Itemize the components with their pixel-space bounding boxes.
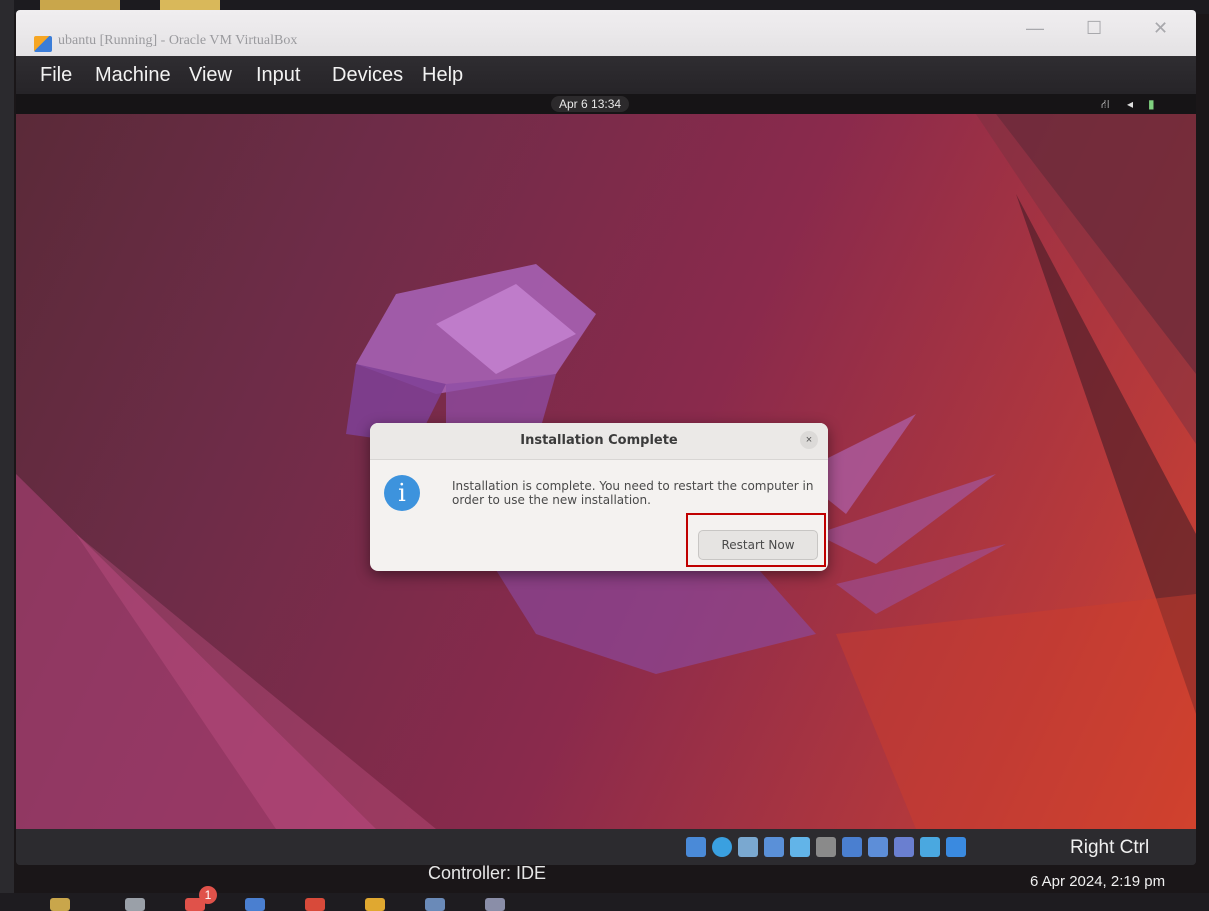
network-icon[interactable]: ⛙ [1101,97,1109,113]
menubar: File Machine View Input Devices Help [16,56,1196,94]
window-titlebar[interactable]: ubantu [Running] - Oracle VM VirtualBox … [16,10,1196,56]
mouse-integration-icon[interactable] [920,837,940,857]
host-desktop-edge [0,0,14,911]
network-icon[interactable] [764,837,784,857]
dialog-close-button[interactable]: × [800,431,818,449]
virtualbox-window: ubantu [Running] - Oracle VM VirtualBox … [16,10,1196,865]
minimize-button[interactable]: — [1026,18,1044,39]
dialog-message: Installation is complete. You need to re… [452,479,814,507]
usb-icon[interactable] [790,837,810,857]
menu-devices[interactable]: Devices [332,64,403,87]
video-capture-icon[interactable] [868,837,888,857]
taskbar-app-icon[interactable] [425,898,445,911]
host-controller-text: Controller: IDE [428,863,547,883]
gnome-top-bar: Apr 6 13:34 ⛙ ◂ ▮ [16,94,1196,114]
taskbar-app-icon[interactable] [245,898,265,911]
cpu-icon[interactable] [894,837,914,857]
info-icon: i [384,475,420,511]
menu-input[interactable]: Input [256,64,300,87]
host-taskbar [0,893,1209,911]
notification-badge: 1 [199,886,217,904]
dialog-header[interactable]: Installation Complete × [370,423,828,460]
guest-screen[interactable]: Apr 6 13:34 ⛙ ◂ ▮ Installation Complete … [16,94,1196,829]
optical-drive-icon[interactable] [712,837,732,857]
menu-machine[interactable]: Machine [95,64,171,87]
taskbar-app-icon[interactable] [125,898,145,911]
battery-icon[interactable]: ▮ [1148,97,1155,111]
maximize-button[interactable]: ☐ [1086,18,1102,39]
virtualbox-app-icon [34,36,52,52]
taskbar-app-icon[interactable] [365,898,385,911]
vm-status-bar: Right Ctrl [16,829,1196,865]
display-icon[interactable] [842,837,862,857]
dialog-title: Installation Complete [520,433,678,448]
shared-folders-icon[interactable] [816,837,836,857]
taskbar-app-icon[interactable] [50,898,70,911]
taskbar-app-icon[interactable] [485,898,505,911]
highlight-annotation [686,513,826,567]
audio-icon[interactable] [738,837,758,857]
volume-icon[interactable]: ◂ [1127,97,1133,111]
host-key-label: Right Ctrl [1070,837,1150,858]
window-title: ubantu [Running] - Oracle VM VirtualBox [58,33,298,48]
hard-disk-icon[interactable] [686,837,706,857]
keyboard-icon[interactable] [946,837,966,857]
menu-view[interactable]: View [189,64,232,87]
menu-file[interactable]: File [40,64,72,87]
menu-help[interactable]: Help [422,64,463,87]
close-button[interactable]: ✕ [1153,18,1168,39]
guest-clock[interactable]: Apr 6 13:34 [551,96,630,112]
taskbar-app-icon[interactable] [305,898,325,911]
host-datetime: 6 Apr 2024, 2:19 pm [1030,873,1166,890]
